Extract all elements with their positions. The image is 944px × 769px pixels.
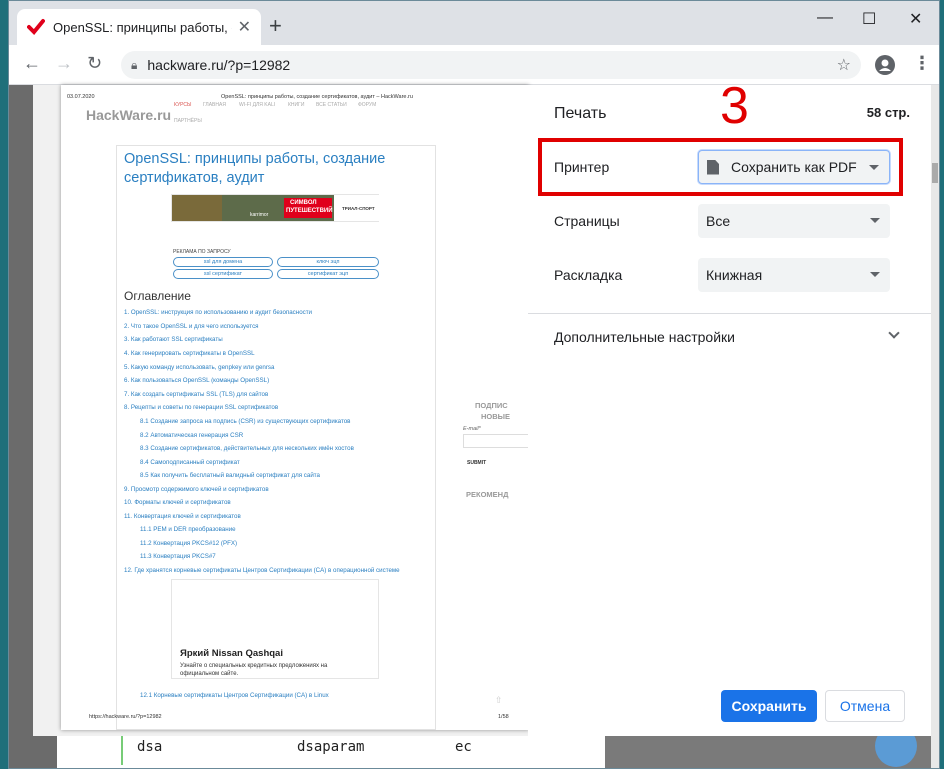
page-count: 58 стр. xyxy=(866,105,910,120)
preview-header-title: OpenSSL: принципы работы, создание серти… xyxy=(221,94,413,100)
preview-footer-page: 1/58 xyxy=(498,714,509,720)
divider xyxy=(528,313,934,314)
cancel-button[interactable]: Отмена xyxy=(825,690,905,722)
preview-logo: HackWare.ru xyxy=(86,107,172,123)
annotation-highlight-box xyxy=(538,138,903,196)
preview-toc-heading: Оглавление xyxy=(124,289,191,303)
chevron-down-icon[interactable] xyxy=(888,327,900,339)
preview-ad-nissan: Яркий Nissan Qashqai Узнайте о специальн… xyxy=(171,579,379,679)
page-scrollbar-thumb[interactable] xyxy=(932,163,938,183)
layout-label: Раскладка xyxy=(554,267,623,283)
advanced-settings-toggle[interactable]: Дополнительные настройки xyxy=(554,329,735,345)
preview-scroll-top-icon: ⇧ xyxy=(495,695,503,705)
preview-date: 03.07.2020 xyxy=(67,94,95,100)
pages-label: Страницы xyxy=(554,213,620,229)
address-bar[interactable]: 🔒︎ hackware.ru/?p=12982 ☆ xyxy=(121,51,861,79)
preview-footer-url: https://hackware.ru/?p=12982 xyxy=(89,714,162,720)
minimize-button[interactable]: — xyxy=(817,9,833,27)
print-preview-pane[interactable]: 03.07.2020 OpenSSL: принципы работы, соз… xyxy=(33,85,552,736)
browser-tab[interactable]: OpenSSL: принципы работы, со... ✕ xyxy=(17,9,261,45)
print-dialog-title: Печать xyxy=(554,105,607,122)
browser-toolbar: ← → ↻ 🔒︎ hackware.ru/?p=12982 ☆ ⋮ xyxy=(9,45,939,85)
browser-window: OpenSSL: принципы работы, со... ✕ + — ☐ … xyxy=(8,0,940,769)
checkmark-favicon-icon xyxy=(27,19,45,35)
tab-close-icon[interactable]: ✕ xyxy=(238,17,251,37)
profile-avatar-icon[interactable] xyxy=(875,55,895,75)
menu-kebab-icon[interactable]: ⋮ xyxy=(913,53,931,74)
page-scrollbar[interactable] xyxy=(931,85,939,768)
preview-article-title: OpenSSL: принципы работы, создание xyxy=(124,151,386,167)
back-arrow-icon[interactable]: ← xyxy=(23,53,41,74)
pages-select[interactable]: Все xyxy=(698,204,890,238)
forward-arrow-icon[interactable]: → xyxy=(55,53,73,74)
dropdown-caret-icon xyxy=(870,272,880,277)
close-window-button[interactable]: ✕ xyxy=(909,9,922,29)
annotation-step-number: 3 xyxy=(720,77,749,135)
lock-icon[interactable]: 🔒︎ xyxy=(131,58,137,73)
bookmark-star-icon[interactable]: ☆ xyxy=(837,55,851,75)
new-tab-button[interactable]: + xyxy=(269,15,282,37)
layout-select[interactable]: Книжная xyxy=(698,258,890,292)
title-bar: OpenSSL: принципы работы, со... ✕ + — ☐ … xyxy=(9,1,939,45)
preview-page: 03.07.2020 OpenSSL: принципы работы, соз… xyxy=(61,85,529,730)
dropdown-caret-icon xyxy=(870,218,880,223)
preview-ad-banner: karrimor СИМВОЛ ПУТЕШЕСТВИЙ ТРИАЛ-СПОРТ xyxy=(171,194,380,222)
url-text[interactable]: hackware.ru/?p=12982 xyxy=(147,57,290,73)
reload-icon[interactable]: ↻ xyxy=(87,53,102,74)
tab-title: OpenSSL: принципы работы, со... xyxy=(53,19,232,35)
save-button[interactable]: Сохранить xyxy=(721,690,817,722)
maximize-button[interactable]: ☐ xyxy=(862,9,876,29)
